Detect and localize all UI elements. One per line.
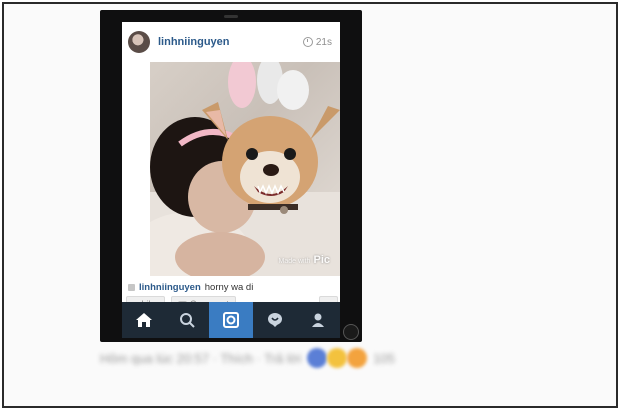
post-time-text: 21s — [315, 36, 332, 48]
post-caption: linhniinguyen horny wa di — [128, 280, 338, 294]
tab-home[interactable] — [122, 302, 166, 338]
phone-device: linhniinguyen 21s Made with Pic linhniin… — [100, 10, 362, 342]
wow-reaction-icon[interactable] — [347, 348, 368, 368]
phone-speaker — [224, 15, 238, 18]
caption-text: horny wa di — [204, 281, 254, 293]
comment-footer: Hôm qua lúc 20:57 · Thích · Trả lời 105 — [100, 348, 570, 368]
clock-icon — [302, 37, 313, 47]
photo-illustration — [150, 62, 340, 276]
photo-watermark: Made with Pic — [278, 254, 330, 266]
tab-activity[interactable] — [253, 302, 297, 338]
caption-icon — [128, 283, 135, 291]
profile-icon — [312, 313, 325, 327]
haha-reaction-icon[interactable] — [327, 348, 348, 368]
instagram-screen: linhniinguyen 21s Made with Pic linhniin… — [122, 22, 340, 312]
search-icon — [180, 313, 196, 328]
bottom-tab-bar — [122, 302, 340, 338]
caption-username[interactable]: linhniinguyen — [139, 282, 201, 293]
tab-profile[interactable] — [296, 302, 340, 338]
post-time: 21s — [302, 36, 332, 48]
post-header: linhniinguyen 21s — [122, 22, 340, 62]
tab-camera[interactable] — [209, 302, 253, 338]
home-icon — [135, 313, 152, 327]
reaction-count[interactable]: 105 — [373, 351, 395, 366]
like-reaction-icon[interactable] — [307, 348, 328, 368]
camera-icon — [222, 312, 239, 328]
tab-search[interactable] — [166, 302, 210, 338]
screen-button[interactable] — [343, 324, 359, 340]
comment-meta: Hôm qua lúc 20:57 · Thích · Trả lời — [100, 350, 302, 366]
post-username[interactable]: linhniinguyen — [158, 36, 303, 48]
activity-icon — [267, 313, 282, 327]
avatar[interactable] — [128, 31, 150, 53]
post-photo[interactable]: Made with Pic — [150, 62, 340, 276]
